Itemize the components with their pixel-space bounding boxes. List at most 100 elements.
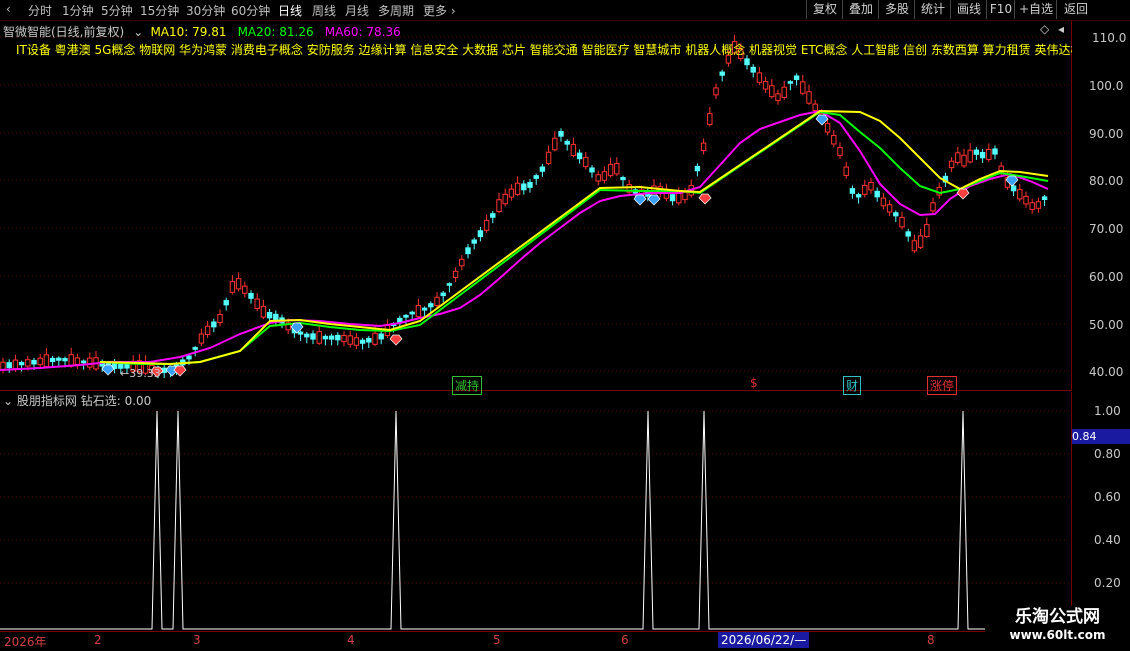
candle-body <box>570 143 577 157</box>
tab-monthly[interactable]: 月线 <box>345 2 369 19</box>
main-header: 智微智能(日线,前复权) ⌄ MA10: 79.81 MA20: 81.26 M… <box>3 21 401 40</box>
candle-body <box>490 213 496 218</box>
collapse-icon[interactable]: ◂ <box>1058 22 1064 36</box>
cursor-value-label: 0.84 <box>1072 429 1130 444</box>
diamond-signal-icon <box>173 365 187 377</box>
candle-body <box>204 325 211 335</box>
candle-body <box>756 72 763 83</box>
tab-multi-period[interactable]: 多周期 <box>378 2 414 19</box>
candle-body <box>372 332 378 345</box>
tab-more[interactable]: 更多 › <box>423 2 456 19</box>
tab-daily[interactable]: 日线 <box>278 2 302 19</box>
event-badge-dollar[interactable]: $ <box>748 376 760 390</box>
candle-body <box>700 142 707 152</box>
candle-body <box>186 355 192 360</box>
candle-body <box>1029 202 1035 210</box>
candle-body <box>843 166 849 176</box>
candle-body <box>359 339 366 344</box>
candle-body <box>694 165 701 172</box>
candle-body <box>800 81 806 94</box>
watermark-logo: 乐淘公式网 www.60lt.com <box>985 606 1130 650</box>
candle-body <box>341 334 347 343</box>
indicator-panel[interactable]: ⌄ 股朋指标网 钻石选: 0.00 <box>0 392 1072 630</box>
diamond-toggle-icon[interactable]: ◇ <box>1040 22 1049 36</box>
candle-body <box>43 354 50 368</box>
indicator-tick: 0.20 <box>1094 576 1121 590</box>
candle-body <box>589 167 595 173</box>
add-watchlist-button[interactable]: +自选 <box>1014 0 1057 19</box>
candle-body <box>328 335 335 340</box>
candle-body <box>824 123 831 133</box>
candle-body <box>874 190 880 198</box>
draw-line-button[interactable]: 画线 <box>950 0 987 19</box>
ma20-label: MA20: 81.26 <box>237 25 314 39</box>
tab-60min[interactable]: 60分钟 <box>231 2 270 19</box>
diamond-indicator-chart <box>0 410 1072 630</box>
date-label: 2 <box>94 633 102 647</box>
price-tick: 60.00 <box>1089 270 1124 284</box>
fuquan-button[interactable]: 复权 <box>806 0 843 19</box>
candle-body <box>855 194 862 198</box>
indicator-line <box>0 410 1072 630</box>
candle-body <box>403 314 409 318</box>
candle-body <box>967 149 973 163</box>
candle-body <box>297 331 304 335</box>
tab-30min[interactable]: 30分钟 <box>186 2 225 19</box>
price-axis: 110.0 100.0 90.00 80.00 70.00 60.00 50.0… <box>1072 21 1130 391</box>
candle-body <box>812 103 818 112</box>
candle-body <box>0 361 6 371</box>
chevron-left-icon[interactable]: ‹ <box>6 2 11 16</box>
candle-body <box>310 333 316 340</box>
tab-fenshi[interactable]: 分时 <box>28 2 52 19</box>
candle-body <box>49 357 56 363</box>
candle-body <box>1010 185 1017 192</box>
candle-body <box>198 333 205 344</box>
candle-body <box>428 303 434 308</box>
date-label: 4 <box>347 633 355 647</box>
cursor-date-label: 2026/06/22/— <box>718 632 810 648</box>
candle-body <box>886 204 893 213</box>
candle-body <box>986 149 992 160</box>
tab-1min[interactable]: 1分钟 <box>62 2 94 19</box>
date-label: 8 <box>927 633 935 647</box>
candle-body <box>266 312 273 319</box>
tab-15min[interactable]: 15分钟 <box>140 2 179 19</box>
candle-body <box>477 230 484 238</box>
candle-body <box>558 131 564 137</box>
candle-body <box>459 258 465 267</box>
candle-body <box>564 140 570 145</box>
dropdown-icon[interactable]: ⌄ <box>133 25 143 39</box>
candle-body <box>601 171 608 181</box>
back-button[interactable]: 返回 <box>1056 0 1095 19</box>
candle-body <box>452 270 459 279</box>
candle-body <box>521 183 527 191</box>
candle-body <box>576 152 583 160</box>
f10-button[interactable]: F10 <box>986 0 1015 19</box>
candle-body <box>762 81 769 90</box>
candle-body <box>713 87 719 96</box>
dropdown-icon[interactable]: ⌄ <box>3 394 13 408</box>
candle-body <box>409 311 415 315</box>
indicator-tick: 0.80 <box>1094 447 1121 461</box>
candle-body <box>924 224 930 237</box>
candle-body <box>769 85 775 98</box>
candle-body <box>607 163 614 177</box>
indicator-axis: 1.00 0.80 0.60 0.40 0.20 0.84 <box>1072 392 1130 630</box>
overlay-button[interactable]: 叠加 <box>842 0 879 19</box>
statistics-button[interactable]: 统计 <box>914 0 951 19</box>
tab-5min[interactable]: 5分钟 <box>101 2 133 19</box>
watermark-url: www.60lt.com <box>1009 628 1106 642</box>
price-tick: 40.00 <box>1089 365 1124 379</box>
price-tick: 70.00 <box>1089 222 1124 236</box>
price-tick: 100.0 <box>1089 79 1124 93</box>
multi-stock-button[interactable]: 多股 <box>878 0 915 19</box>
candle-body <box>62 358 68 362</box>
candle-body <box>583 157 589 168</box>
candle-body <box>545 151 552 164</box>
candle-body <box>248 293 254 299</box>
price-chart-panel[interactable]: 智微智能(日线,前复权) ⌄ MA10: 79.81 MA20: 81.26 M… <box>0 21 1072 395</box>
indicator-title: ⌄ 股朋指标网 钻石选: 0.00 <box>3 392 151 409</box>
tab-weekly[interactable]: 周线 <box>312 2 336 19</box>
candle-body <box>80 360 87 364</box>
price-tick: 50.00 <box>1089 318 1124 332</box>
